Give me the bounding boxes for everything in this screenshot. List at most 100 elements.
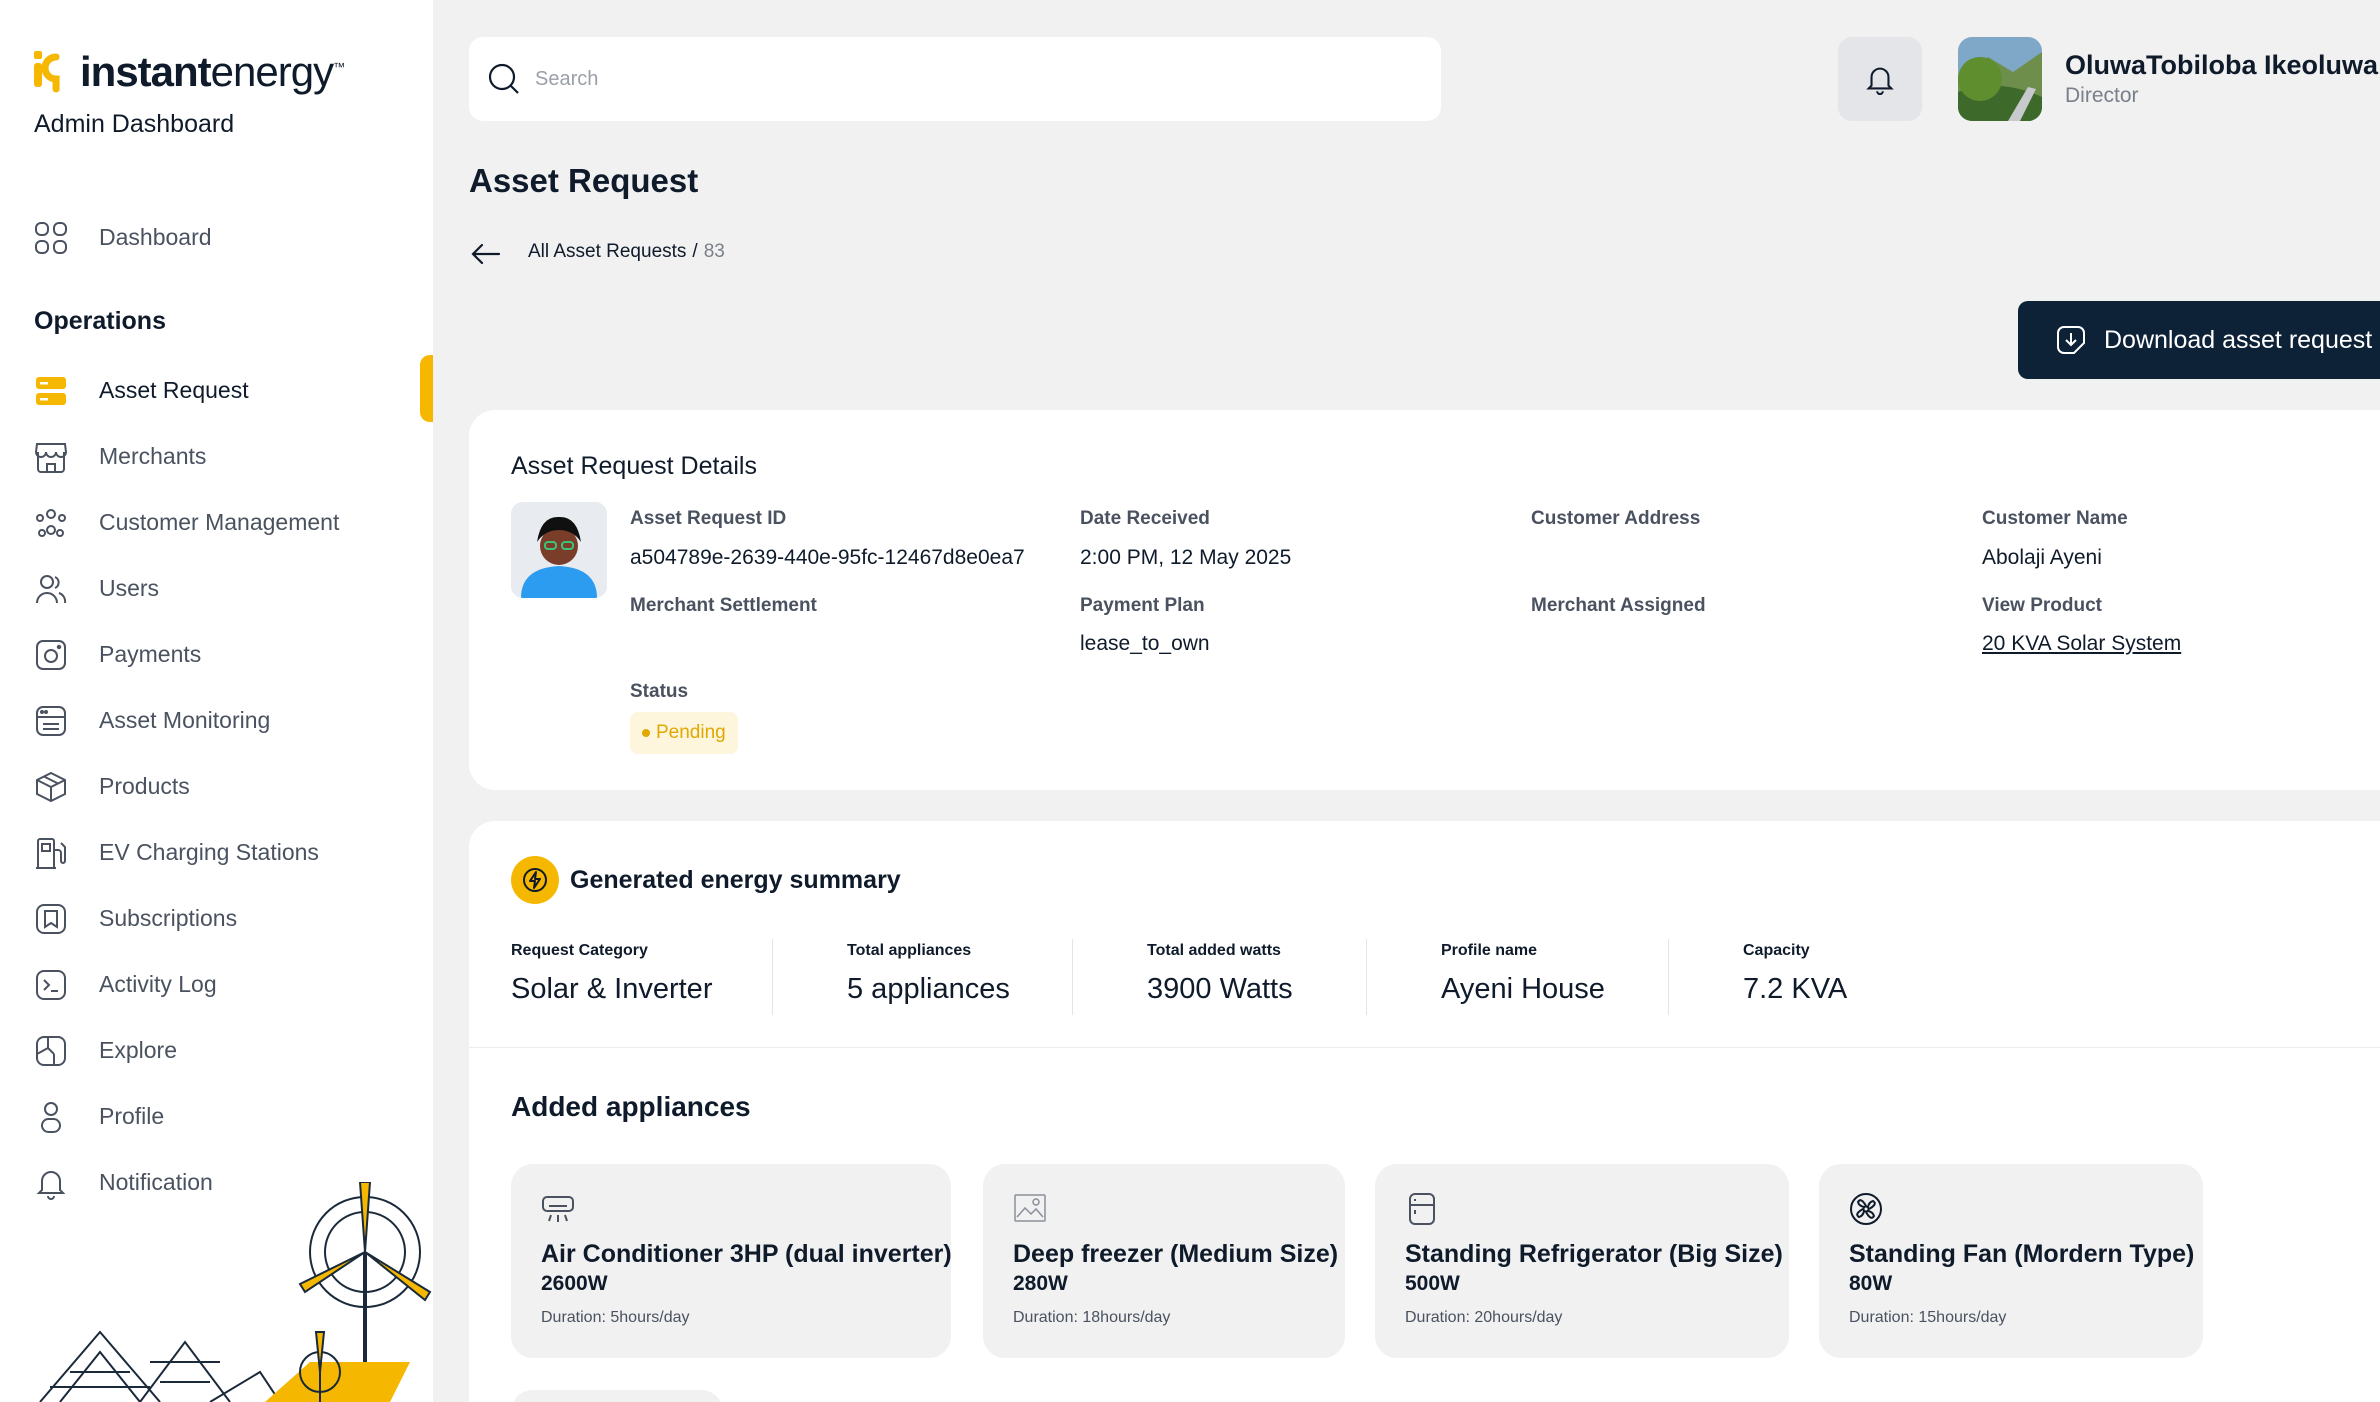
broken-image-icon [1014, 1194, 1046, 1222]
stat-divider [1668, 939, 1669, 1015]
asset-request-id-label: Asset Request ID [630, 508, 787, 529]
appliance-duration: Duration: 5hours/day [541, 1309, 690, 1326]
status-label: Status [630, 681, 689, 702]
sidebar-item-activity-log[interactable]: Activity Log [0, 954, 433, 1014]
breadcrumb-link-all-requests[interactable]: All Asset Requests [528, 241, 686, 262]
search-icon [488, 63, 519, 94]
sidebar-item-payments[interactable]: Payments [0, 624, 433, 684]
sidebar-item-ev-charging-stations[interactable]: EV Charging Stations [0, 822, 433, 882]
stat-value-request-category: Solar & Inverter [511, 973, 713, 1005]
appliance-card[interactable] [511, 1390, 723, 1402]
sidebar-item-label: Dashboard [99, 223, 212, 250]
sidebar-item-label: Explore [99, 1036, 177, 1063]
status-text: Pending [656, 722, 726, 743]
brand-logo[interactable]: instantenergy™ [32, 48, 345, 96]
sidebar-item-users[interactable]: Users [0, 558, 433, 618]
summary-divider [469, 1047, 2380, 1048]
sidebar-item-label: Products [99, 772, 190, 799]
admin-dashboard-label: Admin Dashboard [34, 110, 235, 138]
payment-plan-label: Payment Plan [1080, 595, 1205, 616]
date-received-label: Date Received [1080, 508, 1210, 529]
appliance-watts: 2600W [541, 1272, 608, 1295]
camera-icon [36, 640, 66, 670]
appliance-card[interactable]: Air Conditioner 3HP (dual inverter) 2600… [511, 1164, 952, 1358]
asset-request-details-card: Asset Request Details Asset Request ID a… [469, 410, 2380, 790]
grid-icon [35, 222, 67, 254]
sidebar-item-label: Asset Request [99, 376, 249, 403]
stat-label-total-added-watts: Total added watts [1147, 942, 1281, 959]
user-avatar[interactable] [1958, 37, 2042, 121]
appliance-card[interactable]: Deep freezer (Medium Size) 280W Duration… [983, 1164, 1345, 1358]
customer-avatar [511, 502, 607, 598]
sidebar-item-label: Profile [99, 1102, 165, 1129]
customer-avatar-illustration [511, 502, 607, 598]
energy-summary-title: Generated energy summary [570, 866, 901, 894]
logo-wordmark: instantenergy™ [80, 48, 345, 95]
sidebar-item-merchants[interactable]: Merchants [0, 426, 433, 486]
store-icon [34, 443, 68, 473]
energy-summary-card: Generated energy summary Request Categor… [469, 821, 2380, 1402]
details-title: Asset Request Details [511, 452, 757, 480]
appliance-watts: 280W [1013, 1272, 1068, 1295]
breadcrumb: All Asset Requests /83 [528, 241, 725, 263]
box-icon [36, 771, 66, 803]
appliance-watts: 500W [1405, 1272, 1460, 1295]
stat-label-request-category: Request Category [511, 942, 648, 959]
sidebar-item-explore[interactable]: Explore [0, 1020, 433, 1080]
user-name[interactable]: OluwaTobiloba Ikeoluwa [2065, 50, 2378, 81]
download-file-icon [2057, 326, 2085, 354]
sidebar-item-label: Merchants [99, 442, 207, 469]
refrigerator-icon [1409, 1193, 1435, 1225]
stat-value-profile-name: Ayeni House [1441, 973, 1605, 1005]
search-input[interactable] [535, 67, 1335, 91]
appliance-watts: 80W [1849, 1272, 1893, 1295]
breadcrumb-separator: / [692, 241, 698, 262]
status-badge: Pending [630, 712, 738, 754]
subscription-icon [36, 904, 66, 934]
sidebar-item-customer-management[interactable]: Customer Management [0, 492, 433, 552]
lightning-icon [511, 856, 559, 904]
wind-turbine-illustration [39, 1182, 432, 1402]
sidebar-item-products[interactable]: Products [0, 756, 433, 816]
appliance-name: Standing Fan (Mordern Type) [1849, 1240, 2195, 1268]
customer-name-label: Customer Name [1982, 508, 2128, 529]
customer-name-value: Abolaji Ayeni [1982, 546, 2102, 569]
sidebar-item-asset-request[interactable]: Asset Request [0, 355, 433, 422]
sidebar-item-asset-monitoring[interactable]: Asset Monitoring [0, 690, 433, 750]
sidebar-item-dashboard[interactable]: Dashboard [0, 207, 433, 267]
sidebar-item-label: Payments [99, 640, 202, 667]
sidebar-item-label: Customer Management [99, 508, 340, 535]
appliance-card[interactable]: Standing Fan (Mordern Type) 80W Duration… [1819, 1164, 2203, 1358]
stat-label-total-appliances: Total appliances [847, 942, 972, 959]
page-title: Asset Request [469, 162, 699, 199]
date-received-value: 2:00 PM, 12 May 2025 [1080, 546, 1292, 569]
operations-heading: Operations [34, 307, 166, 335]
users-icon [36, 575, 67, 604]
appliance-duration: Duration: 20hours/day [1405, 1309, 1563, 1326]
view-product-link[interactable]: 20 KVA Solar System [1982, 632, 2181, 656]
notification-button[interactable] [1838, 37, 1922, 121]
search-bar[interactable] [469, 37, 1441, 121]
air-conditioner-icon [542, 1196, 574, 1222]
logo-mark-icon [32, 49, 72, 95]
appliance-card[interactable]: Standing Refrigerator (Big Size) 500W Du… [1375, 1164, 1789, 1358]
back-arrow-icon[interactable] [470, 238, 502, 270]
monitor-list-icon [36, 706, 66, 736]
payment-plan-value: lease_to_own [1080, 632, 1210, 655]
download-button-label: Download asset request [2104, 325, 2373, 354]
bell-icon [1866, 67, 1894, 95]
fuel-pump-icon [36, 838, 66, 869]
download-asset-request-button[interactable]: Download asset request [2018, 301, 2380, 379]
sidebar-item-label: Activity Log [99, 970, 217, 997]
stat-value-total-added-watts: 3900 Watts [1147, 973, 1293, 1005]
stat-value-total-appliances: 5 appliances [847, 973, 1010, 1005]
sidebar-item-label: Users [99, 574, 160, 601]
sidebar-item-label: Asset Monitoring [99, 706, 271, 733]
user-avatar-image [1958, 37, 2042, 121]
user-role: Director [2065, 84, 2139, 107]
sidebar-item-label: Subscriptions [99, 904, 238, 931]
sidebar-item-profile[interactable]: Profile [0, 1086, 433, 1146]
fan-icon [1850, 1193, 1882, 1225]
sidebar-item-subscriptions[interactable]: Subscriptions [0, 888, 433, 948]
terminal-icon [36, 970, 66, 1000]
